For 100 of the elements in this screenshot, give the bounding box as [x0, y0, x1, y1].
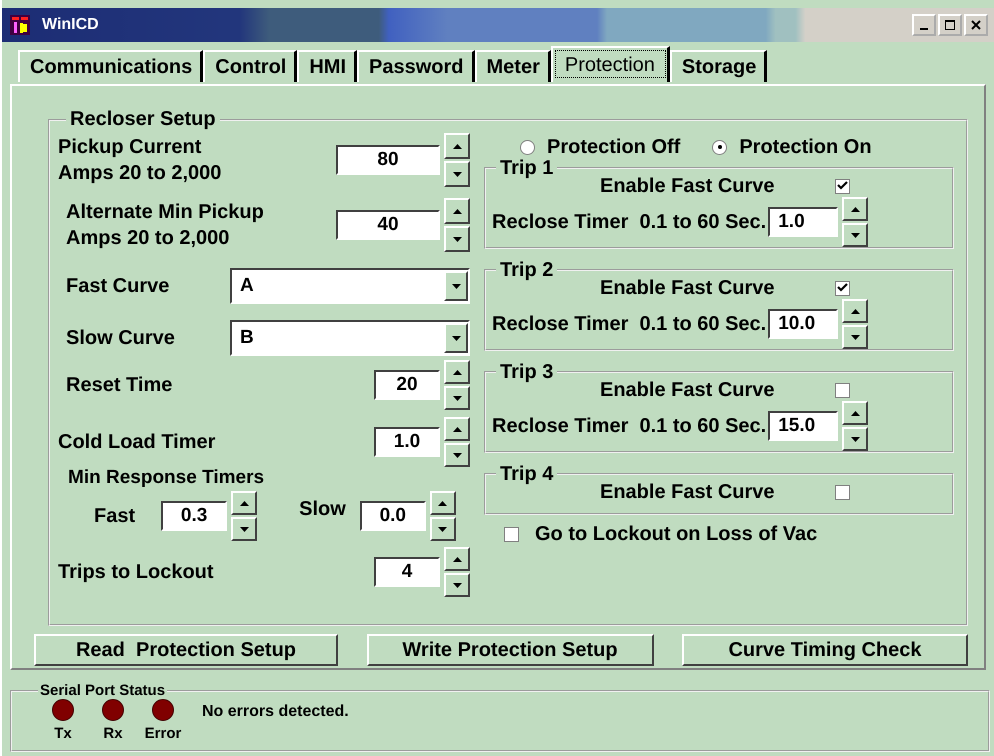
down-arrow-icon: [452, 336, 460, 340]
checkbox-label: Go to Lockout on Loss of Vac: [535, 523, 818, 546]
radio-button[interactable]: [520, 140, 535, 154]
number-field[interactable]: 1.0: [768, 207, 838, 237]
up-arrow-icon: [850, 206, 860, 212]
spin-up-button[interactable]: [444, 360, 470, 384]
tab[interactable]: Protection: [550, 46, 670, 82]
field-label: Reset Time: [65, 374, 172, 396]
status-led-icon: [102, 699, 124, 721]
spin-down-button[interactable]: [842, 427, 868, 451]
up-arrow-icon: [452, 370, 462, 374]
action-button[interactable]: Read Protection Setup: [34, 634, 338, 666]
window-title: WinICD: [42, 16, 99, 34]
up-arrow-icon: [452, 208, 462, 214]
field-label: Fast Curve: [65, 274, 170, 298]
spin-down-button[interactable]: [430, 517, 456, 541]
spin-down-button[interactable]: [444, 161, 470, 187]
spin-down-button[interactable]: [444, 443, 470, 467]
spin-up-button[interactable]: [444, 133, 470, 159]
spin-down-button[interactable]: [444, 226, 470, 252]
indicator-label: Rx: [103, 725, 123, 742]
group-title: Trip 3: [499, 361, 554, 383]
range-label: Amps 20 to 2,000: [66, 226, 230, 251]
checkbox-label: Enable Fast Curve: [600, 174, 775, 198]
down-arrow-icon: [850, 232, 860, 238]
app-logo-icon: [10, 15, 30, 35]
tab[interactable]: Meter: [474, 50, 551, 82]
spin-up-button[interactable]: [842, 401, 868, 425]
dropdown-field[interactable]: B: [230, 320, 470, 356]
up-arrow-icon: [850, 308, 860, 314]
checkbox[interactable]: [834, 280, 850, 296]
spin-down-button[interactable]: [444, 386, 470, 410]
spin-up-button[interactable]: [444, 417, 470, 441]
status-led-icon: [52, 699, 74, 721]
up-arrow-icon: [240, 500, 249, 506]
minimize-button[interactable]: [912, 14, 936, 36]
number-field[interactable]: 10.0: [768, 309, 838, 339]
group-title: Trip 1: [499, 157, 554, 179]
spin-up-button[interactable]: [444, 198, 470, 224]
up-arrow-icon: [452, 426, 462, 432]
up-arrow-icon: [452, 556, 462, 562]
down-arrow-icon: [452, 284, 460, 288]
action-button[interactable]: Curve Timing Check: [682, 634, 968, 666]
number-field[interactable]: 1.0: [374, 427, 440, 457]
down-arrow-icon: [452, 452, 462, 458]
dropdown-field[interactable]: A: [230, 268, 470, 304]
close-button[interactable]: [964, 14, 988, 36]
checkmark-icon: [836, 181, 848, 191]
tab[interactable]: Control: [203, 50, 298, 82]
field-label: Alternate Min Pickup: [66, 200, 264, 225]
down-arrow-icon: [850, 436, 860, 442]
up-arrow-icon: [438, 500, 448, 506]
radio-button[interactable]: [712, 140, 728, 154]
spin-down-button[interactable]: [231, 517, 258, 541]
action-button[interactable]: Write Protection Setup: [366, 634, 654, 666]
tab[interactable]: Storage: [670, 50, 768, 82]
tab[interactable]: Password: [357, 50, 474, 82]
checkbox[interactable]: [834, 484, 850, 500]
spin-up-button[interactable]: [842, 299, 868, 323]
checkbox-label: Enable Fast Curve: [600, 276, 775, 300]
checkbox[interactable]: [504, 527, 519, 542]
field-label: Reclose Timer 0.1 to 60 Sec.: [492, 312, 766, 336]
minimize-icon: [920, 28, 928, 30]
checkbox[interactable]: [834, 178, 850, 194]
up-arrow-icon: [850, 410, 860, 416]
down-arrow-icon: [452, 582, 462, 588]
tab[interactable]: HMI: [297, 50, 358, 82]
checkbox[interactable]: [834, 382, 850, 398]
group-title: Trip 4: [499, 463, 554, 485]
number-field[interactable]: 0.0: [360, 501, 426, 531]
number-field[interactable]: 80: [336, 145, 440, 175]
number-field[interactable]: 20: [374, 370, 440, 400]
spin-up-button[interactable]: [842, 197, 868, 221]
checkbox-label: Enable Fast Curve: [600, 378, 775, 402]
spin-up-button[interactable]: [444, 547, 470, 571]
radio-label: Protection On: [739, 136, 872, 158]
number-field[interactable]: 15.0: [768, 411, 838, 441]
indicator-label: Error: [144, 725, 182, 742]
maximize-icon: [945, 20, 955, 30]
spin-down-button[interactable]: [842, 325, 868, 349]
spin-down-button[interactable]: [842, 223, 868, 247]
group-title: Recloser Setup: [69, 108, 217, 131]
down-arrow-icon: [452, 172, 462, 176]
maximize-button[interactable]: [938, 14, 962, 36]
number-field[interactable]: 0.3: [161, 501, 228, 531]
number-field[interactable]: 4: [374, 557, 440, 587]
spin-up-button[interactable]: [231, 491, 258, 515]
status-led-icon: [152, 699, 174, 721]
down-arrow-icon: [452, 396, 462, 400]
spin-down-button[interactable]: [444, 573, 470, 597]
field-label: Reclose Timer 0.1 to 60 Sec.: [492, 210, 766, 234]
tab[interactable]: Communications: [18, 50, 204, 82]
field-label: Slow: [299, 498, 346, 520]
status-message: No errors detected.: [202, 703, 349, 721]
radio-label: Protection Off: [547, 136, 680, 158]
group-title: Serial Port Status: [39, 682, 166, 699]
spin-up-button[interactable]: [430, 491, 456, 515]
group-title: Trip 2: [499, 259, 554, 281]
down-arrow-icon: [438, 526, 448, 532]
number-field[interactable]: 40: [336, 210, 440, 240]
